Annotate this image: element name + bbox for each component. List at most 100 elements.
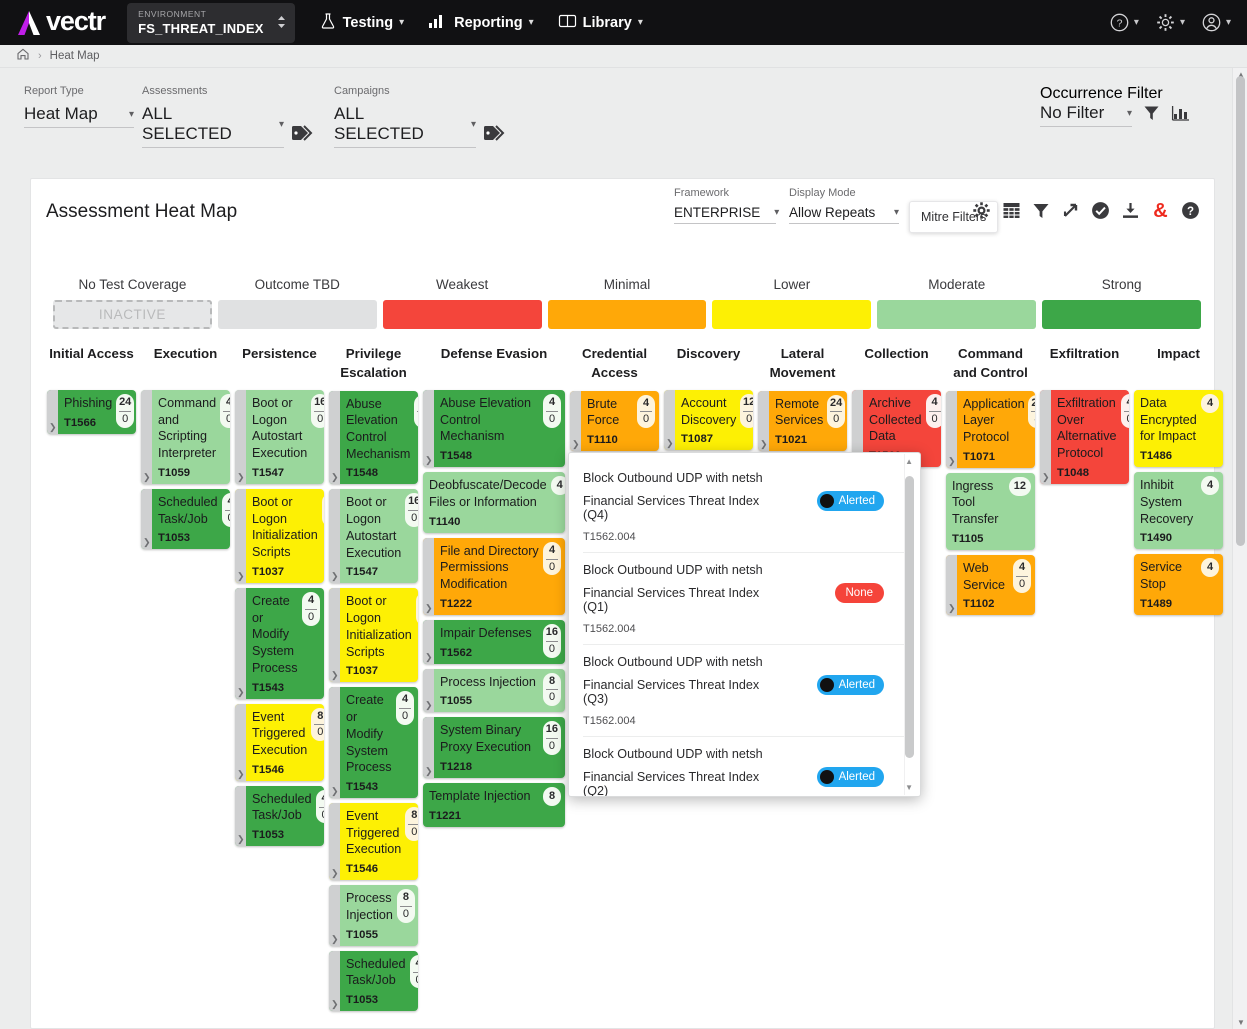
technique-cell[interactable]: ❯Process InjectionT105580 bbox=[423, 669, 565, 713]
technique-expand-handle[interactable]: ❯ bbox=[329, 588, 340, 682]
help-circle-icon[interactable]: ? bbox=[1181, 201, 1200, 225]
technique-cell[interactable]: ❯Process InjectionT105580 bbox=[329, 885, 418, 945]
technique-cell[interactable]: ❯Scheduled Task/JobT105340 bbox=[235, 786, 324, 846]
technique-expand-handle[interactable]: ❯ bbox=[946, 555, 957, 615]
technique-cell[interactable]: ❯Exfiltration Over Alternative ProtocolT… bbox=[1040, 390, 1129, 484]
campaigns-select[interactable]: ALL SELECTED ▾ bbox=[334, 104, 476, 148]
settings-menu[interactable]: ▾ bbox=[1155, 12, 1185, 33]
technique-cell[interactable]: ❯Remote ServicesT1021240 bbox=[758, 391, 847, 451]
technique-cell[interactable]: ❯Boot or Logon Initialization ScriptsT10… bbox=[235, 489, 324, 583]
technique-cell[interactable]: ❯Event Triggered ExecutionT154680 bbox=[329, 803, 418, 880]
popup-test-row[interactable]: Block Outbound UDP with netshFinancial S… bbox=[583, 461, 906, 553]
technique-cell[interactable]: ❯Abuse Elevation Control MechanismT15484… bbox=[423, 390, 565, 467]
technique-cell[interactable]: ❯Brute ForceT111040 bbox=[570, 391, 659, 451]
technique-expand-handle[interactable]: ❯ bbox=[235, 489, 246, 583]
technique-cell[interactable]: ❯Boot or Logon Autostart ExecutionT15471… bbox=[329, 489, 418, 583]
popup-status-badge[interactable]: None bbox=[835, 583, 885, 603]
nav-item-reporting[interactable]: Reporting ▾ bbox=[428, 12, 534, 34]
ampersand-icon[interactable]: & bbox=[1151, 201, 1170, 225]
popup-status-badge[interactable]: Alerted bbox=[817, 767, 884, 787]
technique-cell[interactable]: ❯Application Layer ProtocolT1071204 bbox=[946, 391, 1035, 468]
technique-expand-handle[interactable]: ❯ bbox=[664, 390, 675, 450]
funnel-icon[interactable] bbox=[1032, 201, 1050, 225]
technique-cell[interactable]: Template InjectionT12218 bbox=[423, 783, 565, 827]
environment-selector[interactable]: ENVIRONMENT FS_THREAT_INDEX bbox=[127, 3, 295, 43]
technique-expand-handle[interactable]: ❯ bbox=[423, 538, 434, 615]
display-mode-select[interactable]: Allow Repeats ▾ bbox=[789, 205, 899, 224]
technique-cell[interactable]: ❯Scheduled Task/JobT105340 bbox=[141, 489, 230, 549]
technique-expand-handle[interactable]: ❯ bbox=[946, 391, 957, 468]
technique-cell[interactable]: ❯Account DiscoveryT1087120 bbox=[664, 390, 753, 450]
technique-expand-handle[interactable]: ❯ bbox=[423, 620, 434, 664]
popup-scrollbar-thumb[interactable] bbox=[905, 476, 914, 758]
grid-icon[interactable] bbox=[1002, 201, 1021, 225]
technique-cell[interactable]: Inhibit System RecoveryT14904 bbox=[1134, 472, 1223, 549]
technique-expand-handle[interactable]: ❯ bbox=[141, 489, 152, 549]
scroll-up-icon[interactable]: ▲ bbox=[905, 457, 913, 466]
technique-cell[interactable]: ❯Command and Scripting InterpreterT10594… bbox=[141, 390, 230, 484]
technique-cell[interactable]: ❯Create or Modify System ProcessT154340 bbox=[235, 588, 324, 699]
scroll-down-icon[interactable]: ▼ bbox=[1237, 1018, 1245, 1027]
home-icon[interactable] bbox=[16, 47, 30, 66]
technique-expand-handle[interactable]: ❯ bbox=[235, 786, 246, 846]
popup-test-row[interactable]: Block Outbound UDP with netshFinancial S… bbox=[583, 737, 906, 797]
tags-icon[interactable] bbox=[290, 123, 316, 148]
technique-cell[interactable]: ❯Impair DefensesT1562160 bbox=[423, 620, 565, 664]
scroll-down-icon[interactable]: ▼ bbox=[905, 783, 913, 792]
technique-expand-handle[interactable]: ❯ bbox=[329, 803, 340, 880]
popup-test-row[interactable]: Block Outbound UDP with netshFinancial S… bbox=[583, 645, 906, 737]
technique-expand-handle[interactable]: ❯ bbox=[329, 885, 340, 945]
technique-expand-handle[interactable]: ❯ bbox=[423, 390, 434, 467]
technique-expand-handle[interactable]: ❯ bbox=[570, 391, 581, 451]
technique-expand-handle[interactable]: ❯ bbox=[235, 588, 246, 699]
technique-expand-handle[interactable]: ❯ bbox=[141, 390, 152, 484]
bar-chart-icon[interactable] bbox=[1171, 104, 1191, 127]
report-type-select[interactable]: Heat Map ▾ bbox=[24, 104, 134, 128]
page-scrollbar-thumb[interactable] bbox=[1236, 76, 1245, 546]
assessments-select[interactable]: ALL SELECTED ▾ bbox=[142, 104, 284, 148]
technique-expand-handle[interactable]: ❯ bbox=[423, 669, 434, 713]
framework-select[interactable]: ENTERPRISE ▾ bbox=[674, 205, 776, 224]
popup-scrollbar[interactable]: ▲ ▼ bbox=[904, 454, 918, 795]
nav-item-library[interactable]: Library ▾ bbox=[558, 12, 643, 34]
vectr-logo[interactable]: vectr bbox=[14, 8, 105, 38]
nav-item-testing[interactable]: Testing ▾ bbox=[319, 12, 405, 34]
popup-status-badge[interactable]: Alerted bbox=[817, 491, 884, 511]
user-menu[interactable]: ▾ bbox=[1201, 12, 1231, 33]
funnel-icon[interactable] bbox=[1143, 104, 1160, 127]
technique-cell[interactable]: Service StopT14894 bbox=[1134, 554, 1223, 614]
spinner-arrows-icon[interactable] bbox=[276, 12, 287, 33]
page-scrollbar[interactable]: ▲ ▼ bbox=[1232, 68, 1247, 1029]
technique-expand-handle[interactable]: ❯ bbox=[423, 717, 434, 777]
technique-expand-handle[interactable]: ❯ bbox=[235, 390, 246, 484]
download-icon[interactable] bbox=[1121, 201, 1140, 225]
technique-cell[interactable]: ❯Create or Modify System ProcessT154340 bbox=[329, 687, 418, 798]
occurrence-filter-select[interactable]: No Filter ▾ bbox=[1040, 103, 1132, 127]
technique-cell[interactable]: Deobfuscate/Decode Files or InformationT… bbox=[423, 472, 565, 532]
technique-cell[interactable]: ❯System Binary Proxy ExecutionT1218160 bbox=[423, 717, 565, 777]
technique-expand-handle[interactable]: ❯ bbox=[1040, 390, 1051, 484]
technique-cell[interactable]: ❯Event Triggered ExecutionT154680 bbox=[235, 704, 324, 781]
technique-cell[interactable]: ❯File and Directory Permissions Modifica… bbox=[423, 538, 565, 615]
breadcrumb-current[interactable]: Heat Map bbox=[50, 50, 100, 62]
technique-expand-handle[interactable]: ❯ bbox=[329, 489, 340, 583]
technique-expand-handle[interactable]: ❯ bbox=[758, 391, 769, 451]
technique-cell[interactable]: ❯Boot or Logon Initialization ScriptsT10… bbox=[329, 588, 418, 682]
technique-cell[interactable]: ❯Abuse Elevation Control MechanismT15484… bbox=[329, 391, 418, 485]
technique-cell[interactable]: Ingress Tool TransferT110512 bbox=[946, 473, 1035, 550]
tags-icon[interactable] bbox=[482, 123, 508, 148]
popup-status-badge[interactable]: Alerted bbox=[817, 675, 884, 695]
help-menu[interactable]: ? ▾ bbox=[1109, 12, 1139, 33]
technique-expand-handle[interactable]: ❯ bbox=[47, 390, 58, 434]
technique-cell[interactable]: ❯Boot or Logon Autostart ExecutionT15471… bbox=[235, 390, 324, 484]
expand-icon[interactable] bbox=[1061, 201, 1080, 225]
technique-expand-handle[interactable]: ❯ bbox=[329, 951, 340, 1011]
popup-test-row[interactable]: Block Outbound UDP with netshFinancial S… bbox=[583, 553, 906, 645]
technique-expand-handle[interactable]: ❯ bbox=[329, 687, 340, 798]
check-circle-icon[interactable] bbox=[1091, 201, 1110, 225]
technique-cell[interactable]: ❯Web ServiceT110240 bbox=[946, 555, 1035, 615]
gear-icon[interactable] bbox=[972, 201, 991, 225]
technique-cell[interactable]: Data Encrypted for ImpactT14864 bbox=[1134, 390, 1223, 467]
technique-expand-handle[interactable]: ❯ bbox=[235, 704, 246, 781]
technique-cell[interactable]: ❯Scheduled Task/JobT105340 bbox=[329, 951, 418, 1011]
